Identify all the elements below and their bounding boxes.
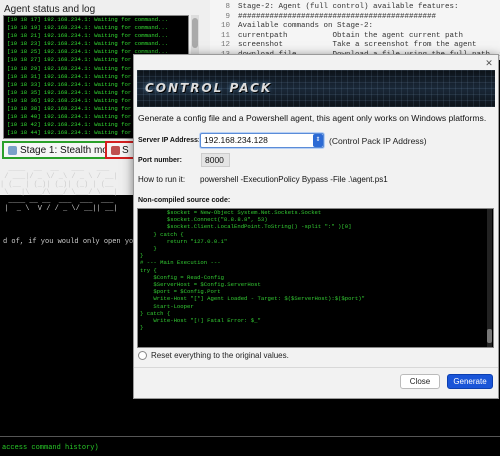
- close-x-icon[interactable]: ✕: [484, 58, 494, 68]
- source-code-line: }: [140, 245, 157, 253]
- source-code-line: Write-Host "[!] Fatal Error: $_": [140, 317, 261, 325]
- source-code-line: try {: [140, 266, 157, 274]
- log-line: [10 18 21] 192.168.234.1: Waiting for co…: [7, 32, 169, 40]
- close-button[interactable]: Close: [400, 374, 440, 389]
- editor-line-number: 12: [220, 41, 230, 49]
- editor-line-number: 9: [225, 12, 230, 21]
- source-code-line: $Config = Read-Config: [140, 273, 224, 281]
- source-code-label: Non-compiled source code:: [138, 197, 231, 204]
- server-ip-hint: (Control Pack IP Address): [329, 136, 427, 146]
- control-pack-header: CONTROL PACK: [137, 70, 495, 107]
- server-ip-select[interactable]: 192.168.234.128: [200, 133, 324, 148]
- command-history-hint: access command history): [0, 441, 500, 456]
- source-code-line: Start-Looper: [140, 302, 194, 310]
- source-code-line: $socket.Client.LocalEndPoint.ToString() …: [140, 223, 352, 231]
- source-code-line: }: [140, 252, 144, 260]
- source-code-lines: $socket = New-Object System.Net.Sockets.…: [138, 209, 493, 331]
- log-line: [10 18 23] 192.168.234.1: Waiting for co…: [7, 40, 169, 48]
- source-code-line: Write-Host "[*] Agent Loaded - Target: $…: [140, 295, 365, 303]
- editor-background: 8 Stage-2: Agent (full control) available…: [210, 0, 500, 60]
- editor-line: Available commands on Stage-2:: [238, 22, 374, 30]
- ascii-banner: ____ __ __ ___ ___ / ___|/ _ \/ _\ / _ \…: [0, 165, 118, 213]
- source-code-line: }: [140, 324, 144, 332]
- stage1-icon: [8, 145, 17, 155]
- source-code-scrollbar[interactable]: [487, 209, 492, 347]
- editor-line-number: 10: [220, 22, 230, 30]
- editor-line-number: 8: [225, 3, 230, 11]
- source-code-view[interactable]: $socket = New-Object System.Net.Sockets.…: [137, 208, 494, 348]
- log-line: [10 18 17] 192.168.234.1: Waiting for co…: [7, 16, 169, 23]
- generate-button[interactable]: Generate: [447, 374, 493, 389]
- stage2-icon: [111, 145, 120, 155]
- server-ip-label: Server IP Address:: [138, 137, 201, 144]
- reset-label: Reset everything to the original values.: [151, 351, 289, 360]
- dialog-intro: Generate a config file and a Powershell …: [138, 113, 487, 123]
- source-code-line: $socket.Connect("8.8.8.8", 53): [140, 216, 268, 224]
- reset-option[interactable]: Reset everything to the original values.: [138, 351, 289, 360]
- source-code-line: # --- Main Execution ---: [140, 259, 221, 267]
- source-code-line: $port = $Config.Port: [140, 288, 221, 296]
- source-code-line: $socket = New-Object System.Net.Sockets.…: [140, 209, 322, 216]
- scrollbar-thumb[interactable]: [192, 18, 198, 48]
- editor-line-number: 11: [220, 31, 230, 40]
- footer-divider: [134, 367, 498, 368]
- source-code-line: return "127.0.0.1": [140, 237, 228, 245]
- editor-line: Stage-2: Agent (full control) available …: [238, 3, 459, 11]
- chevron-updown-icon[interactable]: ⇕: [313, 134, 323, 147]
- source-code-line: } catch {: [140, 230, 184, 238]
- log-line: [10 18 19] 192.168.234.1: Waiting for co…: [7, 24, 169, 32]
- stage2-label: S: [122, 144, 129, 156]
- run-label: How to run it:: [138, 175, 186, 184]
- source-code-line: } catch {: [140, 309, 171, 317]
- port-field[interactable]: 8000: [201, 153, 230, 167]
- screen: Agent status and log [10 18 17] 192.168.…: [0, 0, 500, 456]
- control-pack-logo: CONTROL PACK: [145, 81, 273, 95]
- scrollbar-thumb[interactable]: [487, 329, 492, 343]
- editor-line: ########################################…: [238, 12, 437, 21]
- divider: [0, 436, 500, 437]
- reset-checkbox[interactable]: [138, 351, 147, 360]
- port-label: Port number:: [138, 157, 182, 164]
- stage2-button[interactable]: S: [105, 141, 135, 159]
- editor-line: currentpath Obtain the agent current pat…: [238, 31, 464, 40]
- control-pack-dialog: ✕ CONTROL PACK Generate a config file an…: [133, 54, 499, 399]
- source-code-line: $ServerHost = $Config.ServerHost: [140, 281, 261, 289]
- run-command: powershell -ExecutionPolicy Bypass -File…: [200, 175, 388, 184]
- editor-line: screenshot Take a screenshot from the ag…: [238, 41, 477, 49]
